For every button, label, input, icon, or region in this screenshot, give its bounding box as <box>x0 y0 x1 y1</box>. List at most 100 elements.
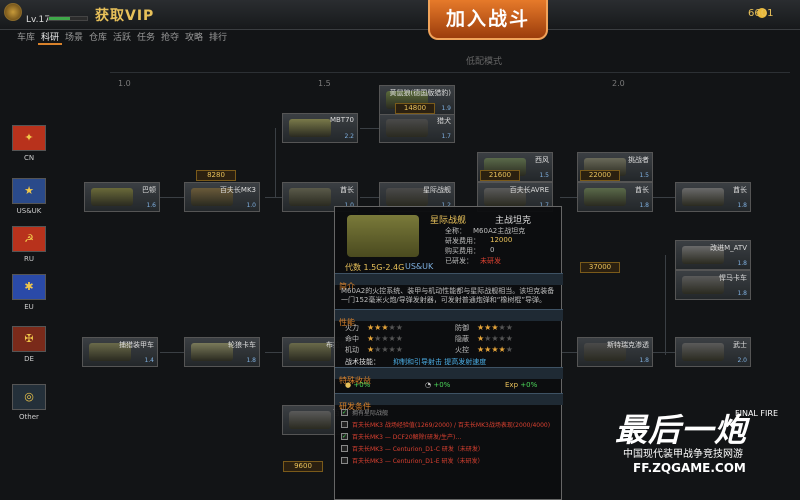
stat-row: 命中 ★★★★★ <box>345 334 403 344</box>
nation-label: US&UK <box>16 207 42 215</box>
nation-emblem-icon: ☭ <box>13 227 45 251</box>
stat-row: 隐蔽 ★★★★★ <box>455 334 513 344</box>
nation-ru[interactable]: ☭ <box>12 226 46 252</box>
stat-row: 火控 ★★★★★ <box>455 345 513 355</box>
tank-name: 酋长 <box>733 186 747 194</box>
star-icon: ★ <box>388 323 396 332</box>
nation-usuk[interactable]: ★ <box>12 178 46 204</box>
nav-tab[interactable]: 科研 <box>38 31 62 45</box>
tank-card[interactable]: 改进M_ATV 1.8 <box>675 240 751 270</box>
tank-card[interactable]: 酋长 1.8 <box>675 182 751 212</box>
tank-image <box>347 215 419 257</box>
star-icon: ★ <box>505 334 513 343</box>
tank-price-tag: 37000 <box>580 262 620 273</box>
nation-de[interactable]: ✠ <box>12 326 46 352</box>
nation-other[interactable]: ◎ <box>12 384 46 410</box>
vip-button[interactable]: 获取VIP <box>95 5 154 25</box>
star-icon: ★ <box>395 334 403 343</box>
skill-value: 抑制和引导射击 提高发射速度 <box>393 358 487 366</box>
popup-tank-role: 主战坦克 <box>495 216 532 226</box>
nation-emblem-icon: ★ <box>13 179 45 203</box>
sort-mode-label[interactable]: 低配模式 <box>466 54 502 67</box>
star-icon: ★ <box>395 345 403 354</box>
nav-tab[interactable]: 任务 <box>134 31 158 45</box>
tank-card[interactable]: 武士 2.0 <box>675 337 751 367</box>
nation-cn[interactable]: ✦ <box>12 125 46 151</box>
xp-bar-fill <box>49 17 70 20</box>
tank-thumbnail <box>386 188 428 206</box>
tank-detail-popup: 星际战舰 主战坦克 全称： M60A2主战坦克 研发费用： 12000 购买费用… <box>334 206 563 500</box>
tank-card[interactable]: 轮狼卡车 1.8 <box>184 337 260 367</box>
nav-tab[interactable]: 攻略 <box>182 31 206 45</box>
tank-card[interactable]: 猎犬 1.7 <box>379 113 455 143</box>
condition-text: 百夫长MK3 战场经验值(1269/2000) / 百夫长MK3战场表现(200… <box>352 422 551 429</box>
tank-card[interactable]: 捕猎装甲车 1.4 <box>82 337 158 367</box>
tank-name: 黄鼠狼(德国版猎豹) <box>389 89 451 97</box>
nav-tab[interactable]: 场景 <box>62 31 86 45</box>
tank-price-tag: 21600 <box>480 170 520 181</box>
nation-label: Other <box>19 413 39 421</box>
top-bar: Lv.17 获取VIP 6601 <box>0 0 800 30</box>
stat-label: 机动 <box>345 346 359 354</box>
nation-label: RU <box>24 255 34 263</box>
tree-connector <box>665 255 666 355</box>
stat-label: 隐蔽 <box>455 335 469 343</box>
star-icon: ★ <box>381 323 389 332</box>
nav-tabs: 车库 科研 场景 仓库 活跃 任务 抢夺 攻略 排行 <box>0 31 800 45</box>
nav-tab[interactable]: 车库 <box>14 31 38 45</box>
research-cost: 12000 <box>490 236 513 244</box>
tank-card[interactable]: 斯特瑞克渗透 1.8 <box>577 337 653 367</box>
tank-name: 挑战者 <box>628 156 649 164</box>
tank-name: 轮狼卡车 <box>228 341 256 349</box>
bonus-coins: +0% <box>353 381 371 389</box>
research-cost-label: 研发费用： <box>445 237 480 245</box>
checkbox-icon <box>341 445 348 452</box>
tank-card[interactable]: MBT70 2.2 <box>282 113 358 143</box>
tank-price-tag: 14800 <box>395 103 435 114</box>
tank-card[interactable]: 悍马卡车 1.8 <box>675 270 751 300</box>
tank-name: 巴顿 <box>142 186 156 194</box>
tank-thumbnail <box>91 188 133 206</box>
nation-emblem-icon: ✦ <box>13 126 45 150</box>
tank-name: 百夫长AVRE <box>509 186 549 194</box>
gold-amount: 6601 <box>748 8 774 19</box>
star-icon: ★ <box>498 334 506 343</box>
tank-name: 百夫长MK3 <box>219 186 256 194</box>
tank-tier: 1.9 <box>441 105 451 112</box>
bonus-research: +0% <box>433 381 451 389</box>
star-icon: ★ <box>395 323 403 332</box>
tank-tier: 2.0 <box>737 357 747 364</box>
tank-name: 酋长 <box>340 186 354 194</box>
stat-label: 火力 <box>345 324 359 332</box>
nav-tab[interactable]: 仓库 <box>86 31 110 45</box>
tier-axis-label: 1.0 <box>118 79 131 88</box>
tank-price-tag: 22000 <box>580 170 620 181</box>
nation-emblem-icon: ✠ <box>13 327 45 351</box>
bonus-exp-label: Exp <box>505 381 519 389</box>
nation-eu[interactable]: ✱ <box>12 274 46 300</box>
bonus-value: Exp +0% <box>505 381 537 389</box>
player-avatar[interactable] <box>4 3 22 21</box>
tank-card[interactable]: 巴顿 1.6 <box>84 182 160 212</box>
tank-thumbnail <box>682 188 724 206</box>
star-icon: ★ <box>388 334 396 343</box>
nav-tab[interactable]: 抢夺 <box>158 31 182 45</box>
nav-tab[interactable]: 排行 <box>206 31 230 45</box>
star-icon: ★ <box>491 345 499 354</box>
nav-tab[interactable]: 活跃 <box>110 31 134 45</box>
research-status-label: 已研发： <box>445 257 473 265</box>
bonus-value: ◔ +0% <box>425 381 450 389</box>
tank-thumbnail <box>682 343 724 361</box>
tier-range: 代数 1.5G-2.4G <box>345 263 405 272</box>
tree-connector <box>360 197 380 198</box>
tank-card[interactable]: 酋长 1.8 <box>577 182 653 212</box>
tank-name: 改进M_ATV <box>710 244 747 252</box>
stat-row: 机动 ★★★★★ <box>345 345 403 355</box>
skill-label: 战术技能： <box>345 358 380 366</box>
tank-name: MBT70 <box>329 116 354 124</box>
stat-label: 火控 <box>455 346 469 354</box>
tank-thumbnail <box>191 343 233 361</box>
tank-tier: 1.4 <box>144 357 154 364</box>
game-logo-subtitle: FINAL FIRE <box>735 409 778 418</box>
tank-card[interactable]: 百夫长MK3 1.0 <box>184 182 260 212</box>
